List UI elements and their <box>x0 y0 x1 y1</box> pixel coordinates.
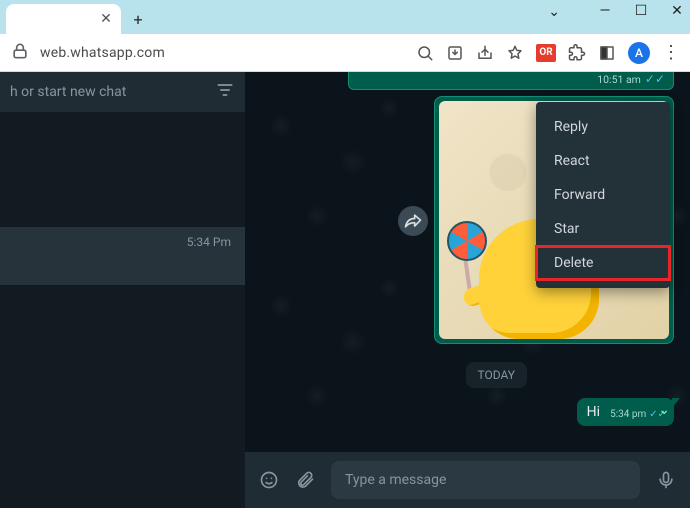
extensions-puzzle-icon[interactable] <box>568 44 586 62</box>
extension-badge[interactable]: OR <box>536 44 556 62</box>
message-text: Hi <box>587 404 600 420</box>
menu-item-reply[interactable]: Reply <box>536 110 670 144</box>
share-icon[interactable] <box>476 44 494 62</box>
chat-item-time: 5:34 Pm <box>187 235 231 249</box>
date-separator: TODAY <box>466 362 528 388</box>
whatsapp-app: h or start new chat 5:34 Pm 10:51 am ✓✓ <box>0 72 690 508</box>
new-tab-button[interactable]: + <box>125 6 151 32</box>
address-bar: web.whatsapp.com OR A ⋮ <box>0 34 690 72</box>
previous-message-bubble[interactable]: 10:51 am ✓✓ <box>348 72 674 90</box>
lock-icon <box>10 41 30 64</box>
message-context-menu: Reply React Forward Star Delete <box>536 102 670 288</box>
toolbar-icons: OR A ⋮ <box>416 42 680 64</box>
message-input[interactable]: Type a message <box>331 461 640 499</box>
message-menu-chevron-icon[interactable]: ⌄ <box>658 402 670 418</box>
menu-item-react[interactable]: React <box>536 144 670 178</box>
message-time: 10:51 am <box>597 73 641 86</box>
messages-area[interactable]: 10:51 am ✓✓ Reply React Forward Star <box>245 72 690 452</box>
url-text[interactable]: web.whatsapp.com <box>40 45 165 61</box>
read-ticks-icon: ✓✓ <box>645 72 665 86</box>
message-input-placeholder: Type a message <box>345 472 446 488</box>
mic-icon[interactable] <box>656 470 676 490</box>
menu-item-star[interactable]: Star <box>536 212 670 246</box>
browser-title-bar: ✕ + ⌄ — ☐ ✕ <box>0 0 690 34</box>
message-time: 5:34 pm <box>610 409 646 420</box>
outgoing-message-bubble[interactable]: Hi 5:34 pm ✓✓ ⌄ <box>577 398 674 426</box>
chat-list[interactable]: 5:34 Pm <box>0 112 245 508</box>
search-icon[interactable] <box>416 44 434 62</box>
emoji-icon[interactable] <box>259 470 279 490</box>
menu-item-forward[interactable]: Forward <box>536 178 670 212</box>
install-icon[interactable] <box>446 44 464 62</box>
tab-overflow-icon[interactable]: ⌄ <box>548 4 560 20</box>
browser-tab[interactable]: ✕ <box>6 4 121 34</box>
sidebar: h or start new chat 5:34 Pm <box>0 72 245 508</box>
forward-fab-icon[interactable] <box>398 206 428 236</box>
close-tab-icon[interactable]: ✕ <box>99 12 113 26</box>
composer: Type a message <box>245 452 690 508</box>
chat-panel: 10:51 am ✓✓ Reply React Forward Star <box>245 72 690 508</box>
search-row[interactable]: h or start new chat <box>0 72 245 112</box>
attach-icon[interactable] <box>295 470 315 490</box>
bookmark-star-icon[interactable] <box>506 44 524 62</box>
menu-item-delete[interactable]: Delete <box>536 246 670 280</box>
reading-list-icon[interactable] <box>598 44 616 62</box>
close-window-icon[interactable]: ✕ <box>668 2 686 20</box>
chat-list-item[interactable]: 5:34 Pm <box>0 227 245 285</box>
search-input[interactable]: h or start new chat <box>10 84 215 100</box>
profile-avatar[interactable]: A <box>628 42 650 64</box>
minimize-icon[interactable]: — <box>596 2 614 20</box>
maximize-icon[interactable]: ☐ <box>632 2 650 20</box>
filter-icon[interactable] <box>215 80 235 104</box>
browser-menu-icon[interactable]: ⋮ <box>662 42 680 63</box>
